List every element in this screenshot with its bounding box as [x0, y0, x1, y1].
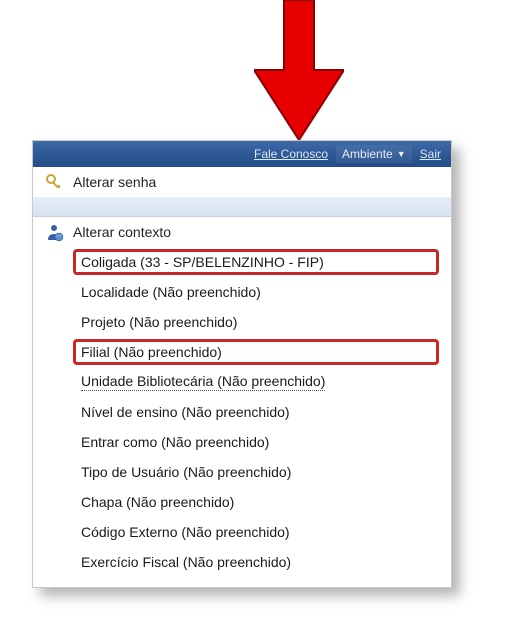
context-item-label: Coligada (33 - SP/BELENZINHO - FIP)	[81, 254, 324, 270]
user-context-icon	[43, 221, 65, 243]
context-item-label: Filial (Não preenchido)	[81, 344, 222, 360]
key-icon	[43, 171, 65, 193]
context-item-label: Exercício Fiscal (Não preenchido)	[81, 554, 291, 570]
change-context-row[interactable]: Alterar contexto	[33, 217, 451, 247]
change-password-label: Alterar senha	[73, 174, 156, 190]
change-password-row[interactable]: Alterar senha	[33, 167, 451, 197]
environment-label: Ambiente	[342, 147, 393, 161]
context-item-label: Chapa (Não preenchido)	[81, 494, 234, 510]
context-item[interactable]: Nível de ensino (Não preenchido)	[33, 397, 451, 427]
context-item-label: Nível de ensino (Não preenchido)	[81, 404, 290, 420]
context-item-label: Unidade Bibliotecária (Não preenchido)	[81, 373, 325, 391]
context-item[interactable]: Código Externo (Não preenchido)	[33, 517, 451, 547]
context-item-label: Projeto (Não preenchido)	[81, 314, 237, 330]
context-item[interactable]: Filial (Não preenchido)	[33, 337, 451, 367]
context-item[interactable]: Entrar como (Não preenchido)	[33, 427, 451, 457]
contact-link[interactable]: Fale Conosco	[250, 147, 332, 161]
logout-link[interactable]: Sair	[416, 147, 445, 161]
context-item[interactable]: Unidade Bibliotecária (Não preenchido)	[33, 367, 451, 397]
context-item-label: Localidade (Não preenchido)	[81, 284, 261, 300]
caret-down-icon: ▼	[397, 149, 406, 159]
environment-dropdown[interactable]: Ambiente ▼	[336, 145, 412, 163]
context-item[interactable]: Exercício Fiscal (Não preenchido)	[33, 547, 451, 577]
context-item[interactable]: Localidade (Não preenchido)	[33, 277, 451, 307]
sub-bar	[33, 197, 451, 217]
context-item-label: Código Externo (Não preenchido)	[81, 524, 290, 540]
context-item[interactable]: Coligada (33 - SP/BELENZINHO - FIP)	[33, 247, 451, 277]
context-menu-panel: Fale Conosco Ambiente ▼ Sair Alterar sen…	[32, 140, 452, 588]
context-item[interactable]: Chapa (Não preenchido)	[33, 487, 451, 517]
top-bar: Fale Conosco Ambiente ▼ Sair	[33, 141, 451, 167]
context-item[interactable]: Projeto (Não preenchido)	[33, 307, 451, 337]
instruction-arrow	[254, 0, 344, 140]
context-item-label: Tipo de Usuário (Não preenchido)	[81, 464, 291, 480]
menu-body: Alterar senha Alterar contexto Coligada …	[33, 167, 451, 587]
context-item[interactable]: Tipo de Usuário (Não preenchido)	[33, 457, 451, 487]
change-context-label: Alterar contexto	[73, 224, 171, 240]
context-item-label: Entrar como (Não preenchido)	[81, 434, 269, 450]
